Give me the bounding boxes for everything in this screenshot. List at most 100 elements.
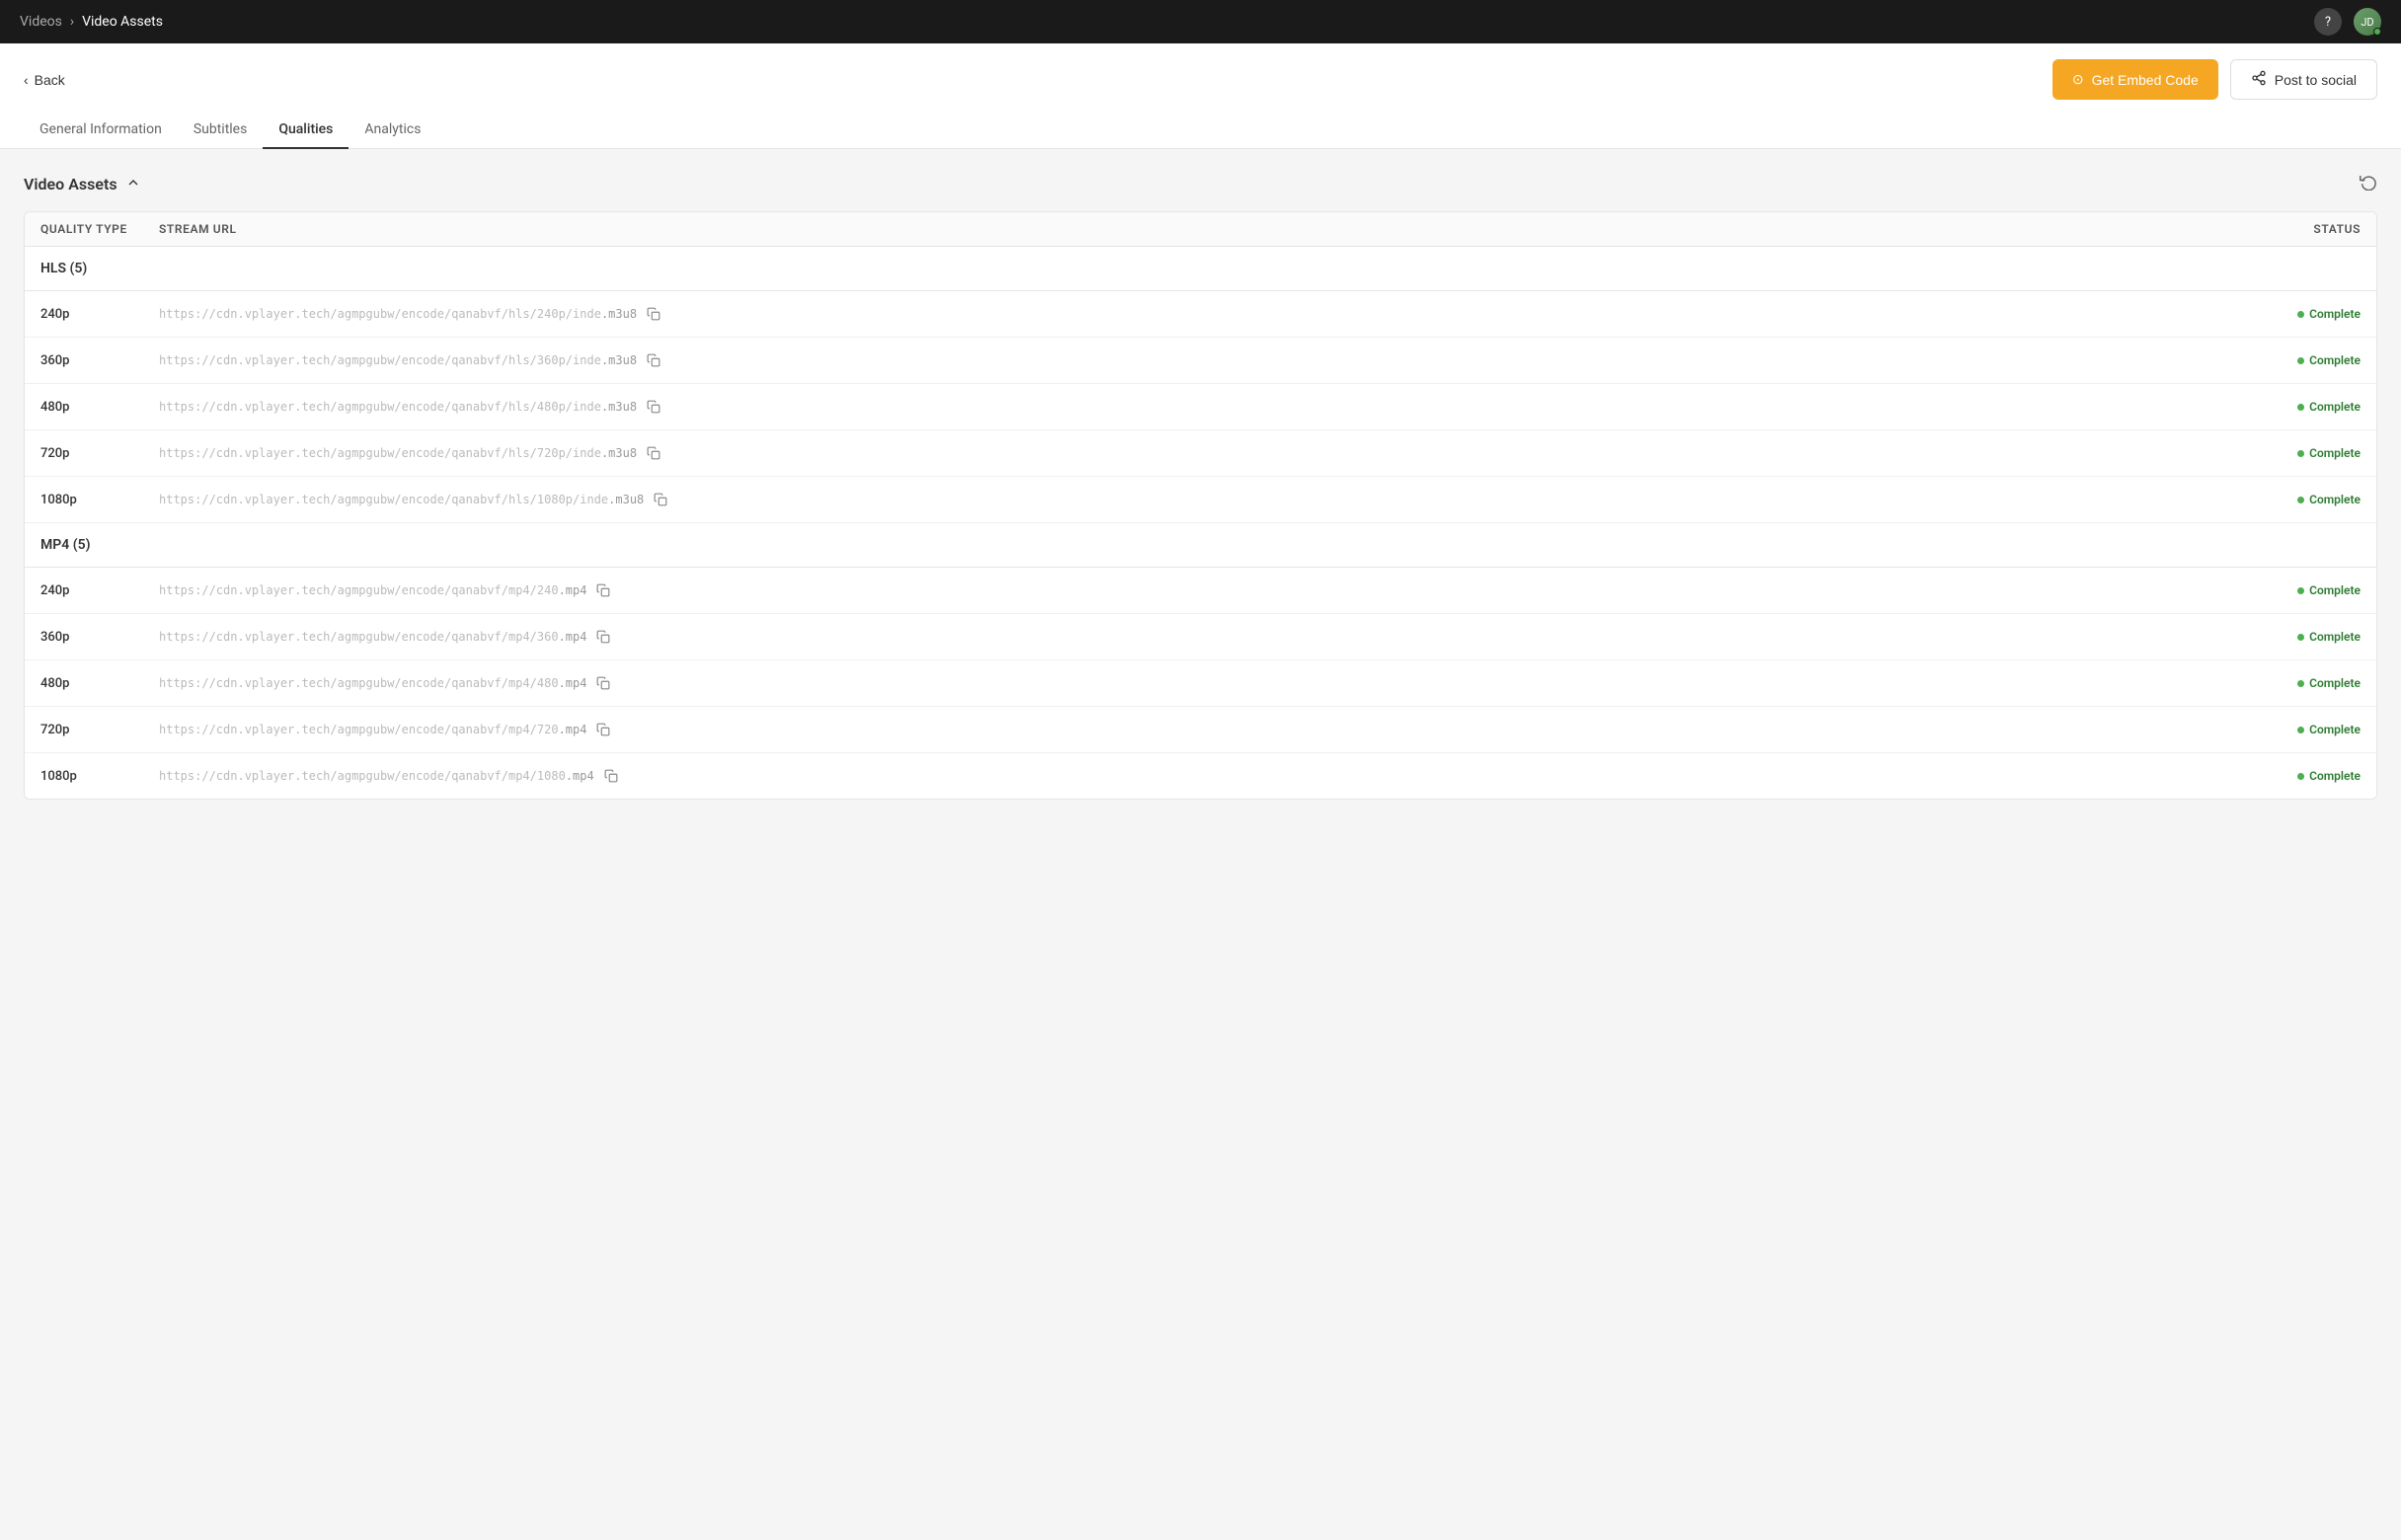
copy-button-720p-mp4[interactable] [594, 721, 612, 738]
status-dot [2297, 450, 2304, 457]
table-row: 480p https://cdn.vplayer.tech/agmpgubw/e… [25, 384, 2376, 430]
url-cell-1080p-mp4: https://cdn.vplayer.tech/agmpgubw/encode… [159, 767, 2212, 785]
collapse-icon[interactable] [125, 175, 141, 194]
status-cell: Complete [2212, 676, 2361, 690]
subheader: ‹ Back ⊙ Get Embed Code Post to social G… [0, 43, 2401, 149]
topbar-actions: ? JD [2314, 8, 2381, 36]
status-badge: Complete [2297, 353, 2361, 367]
copy-button-360p-hls[interactable] [645, 351, 662, 369]
url-text: https://cdn.vplayer.tech/agmpgubw/encode… [159, 583, 586, 597]
status-dot [2297, 680, 2304, 687]
refresh-button[interactable] [2360, 173, 2377, 195]
url-cell-240p-mp4: https://cdn.vplayer.tech/agmpgubw/encode… [159, 581, 2212, 599]
status-cell: Complete [2212, 353, 2361, 367]
status-badge: Complete [2297, 630, 2361, 644]
url-text: https://cdn.vplayer.tech/agmpgubw/encode… [159, 353, 637, 367]
status-dot [2297, 404, 2304, 411]
tab-general[interactable]: General Information [24, 112, 178, 149]
col-stream-url: Stream URL [159, 222, 2212, 236]
tab-qualities[interactable]: Qualities [263, 112, 349, 149]
status-badge: Complete [2297, 769, 2361, 783]
copy-button-480p-hls[interactable] [645, 398, 662, 416]
url-cell-360p-mp4: https://cdn.vplayer.tech/agmpgubw/encode… [159, 628, 2212, 646]
copy-button-720p-hls[interactable] [645, 444, 662, 462]
status-dot [2297, 634, 2304, 641]
group-header-hls: HLS (5) [25, 247, 2376, 291]
quality-1080p-mp4: 1080p [40, 769, 159, 784]
breadcrumb-current: Video Assets [82, 14, 163, 30]
back-button[interactable]: ‹ Back [24, 72, 65, 88]
quality-480p-hls: 480p [40, 400, 159, 415]
status-dot [2297, 587, 2304, 594]
status-badge: Complete [2297, 583, 2361, 597]
url-cell-480p-mp4: https://cdn.vplayer.tech/agmpgubw/encode… [159, 674, 2212, 692]
url-text: https://cdn.vplayer.tech/agmpgubw/encode… [159, 307, 637, 321]
share-icon [2251, 70, 2267, 89]
status-text: Complete [2309, 676, 2361, 690]
table-row: 1080p https://cdn.vplayer.tech/agmpgubw/… [25, 753, 2376, 799]
table-row: 720p https://cdn.vplayer.tech/agmpgubw/e… [25, 430, 2376, 477]
url-cell-1080p-hls: https://cdn.vplayer.tech/agmpgubw/encode… [159, 491, 2212, 508]
url-text: https://cdn.vplayer.tech/agmpgubw/encode… [159, 769, 594, 783]
embed-icon: ⊙ [2072, 71, 2084, 88]
status-text: Complete [2309, 446, 2361, 460]
section-header: Video Assets [24, 173, 2377, 195]
url-cell-720p-hls: https://cdn.vplayer.tech/agmpgubw/encode… [159, 444, 2212, 462]
status-cell: Complete [2212, 307, 2361, 321]
status-dot [2297, 311, 2304, 318]
url-text: https://cdn.vplayer.tech/agmpgubw/encode… [159, 676, 586, 690]
quality-720p-mp4: 720p [40, 723, 159, 737]
copy-button-480p-mp4[interactable] [594, 674, 612, 692]
social-label: Post to social [2275, 72, 2357, 88]
url-cell-360p-hls: https://cdn.vplayer.tech/agmpgubw/encode… [159, 351, 2212, 369]
copy-button-240p-hls[interactable] [645, 305, 662, 323]
subheader-top: ‹ Back ⊙ Get Embed Code Post to social [24, 59, 2377, 100]
table-row: 1080p https://cdn.vplayer.tech/agmpgubw/… [25, 477, 2376, 523]
table-row: 240p https://cdn.vplayer.tech/agmpgubw/e… [25, 291, 2376, 338]
col-status: Status [2212, 222, 2361, 236]
url-cell-720p-mp4: https://cdn.vplayer.tech/agmpgubw/encode… [159, 721, 2212, 738]
breadcrumb: Videos › Video Assets [20, 14, 163, 30]
status-dot [2297, 773, 2304, 780]
tabs: General Information Subtitles Qualities … [24, 112, 2377, 148]
copy-button-240p-mp4[interactable] [594, 581, 612, 599]
breadcrumb-root: Videos [20, 14, 62, 30]
quality-1080p-hls: 1080p [40, 493, 159, 507]
tab-subtitles[interactable]: Subtitles [178, 112, 264, 149]
status-text: Complete [2309, 493, 2361, 506]
section-title: Video Assets [24, 175, 141, 194]
quality-240p-hls: 240p [40, 307, 159, 322]
copy-button-360p-mp4[interactable] [594, 628, 612, 646]
col-quality-type: Quality Type [40, 222, 159, 236]
status-text: Complete [2309, 723, 2361, 736]
copy-button-1080p-mp4[interactable] [602, 767, 620, 785]
quality-360p-hls: 360p [40, 353, 159, 368]
breadcrumb-separator: › [70, 14, 74, 30]
quality-480p-mp4: 480p [40, 676, 159, 691]
help-icon[interactable]: ? [2314, 8, 2342, 36]
avatar[interactable]: JD [2354, 8, 2381, 36]
table-row: 720p https://cdn.vplayer.tech/agmpgubw/e… [25, 707, 2376, 753]
url-text: https://cdn.vplayer.tech/agmpgubw/encode… [159, 493, 644, 506]
table-header: Quality Type Stream URL Status [25, 212, 2376, 247]
status-text: Complete [2309, 400, 2361, 414]
embed-code-button[interactable]: ⊙ Get Embed Code [2052, 59, 2218, 100]
status-dot [2297, 357, 2304, 364]
copy-button-1080p-hls[interactable] [652, 491, 669, 508]
url-cell-240p-hls: https://cdn.vplayer.tech/agmpgubw/encode… [159, 305, 2212, 323]
topbar: Videos › Video Assets ? JD [0, 0, 2401, 43]
url-text: https://cdn.vplayer.tech/agmpgubw/encode… [159, 630, 586, 644]
status-cell: Complete [2212, 583, 2361, 597]
status-cell: Complete [2212, 769, 2361, 783]
status-dot [2297, 497, 2304, 503]
table-row: 480p https://cdn.vplayer.tech/agmpgubw/e… [25, 660, 2376, 707]
tab-analytics[interactable]: Analytics [349, 112, 436, 149]
embed-label: Get Embed Code [2092, 72, 2199, 88]
status-badge: Complete [2297, 676, 2361, 690]
status-badge: Complete [2297, 446, 2361, 460]
video-assets-table: Quality Type Stream URL Status HLS (5) 2… [24, 211, 2377, 800]
subheader-actions: ⊙ Get Embed Code Post to social [2052, 59, 2377, 100]
status-cell: Complete [2212, 723, 2361, 736]
post-social-button[interactable]: Post to social [2230, 59, 2377, 100]
status-text: Complete [2309, 769, 2361, 783]
